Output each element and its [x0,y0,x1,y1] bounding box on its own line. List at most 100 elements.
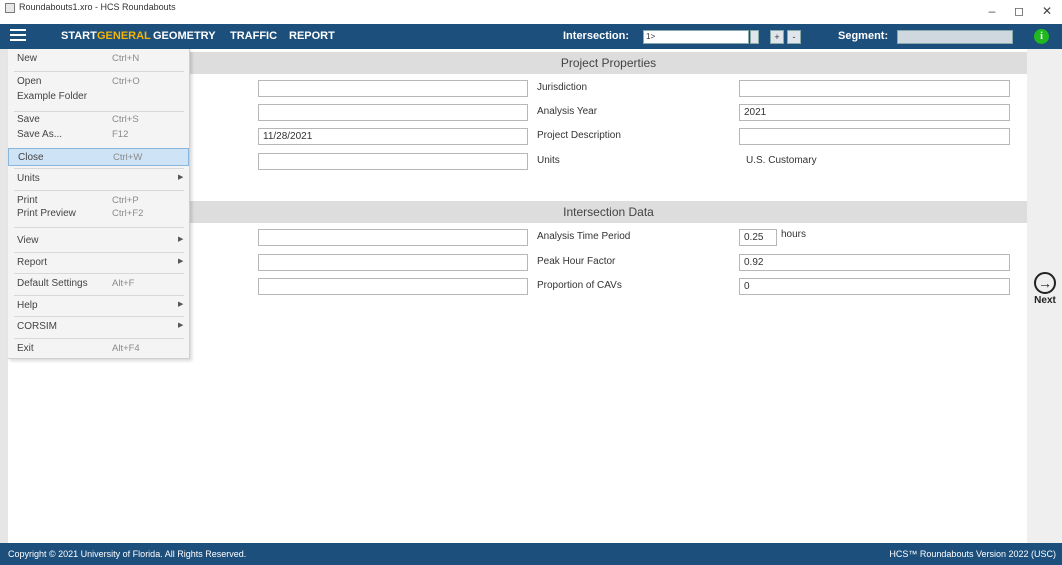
submenu-arrow-icon: ▶ [178,174,184,181]
close-window-button[interactable]: ✕ [1033,2,1061,20]
menu-item-view[interactable]: View ▶ [8,232,189,250]
arrow-right-icon: → [1034,272,1056,294]
intersection-field-2[interactable] [258,254,528,271]
menu-separator [14,273,184,274]
units-value: U.S. Customary [746,155,817,166]
menu-item-report[interactable]: Report ▶ [8,254,189,272]
jurisdiction-label: Jurisdiction [537,82,588,93]
menu-separator [14,168,184,169]
add-intersection-button[interactable]: + [770,30,784,44]
submenu-arrow-icon: ▶ [178,236,184,243]
analysis-date-field[interactable]: 11/28/2021 [258,128,528,145]
menu-item-shortcut: Ctrl+F2 [112,208,144,219]
project-field-2[interactable] [258,104,528,121]
menu-item-help[interactable]: Help ▶ [8,297,189,315]
menu-item-corsim[interactable]: CORSIM ▶ [8,318,189,336]
submenu-arrow-icon: ▶ [178,258,184,265]
project-properties-header: Project Properties [190,52,1027,74]
menu-item-shortcut: Ctrl+S [112,114,139,125]
menu-item-label: Open [17,76,42,87]
copyright-text: Copyright © 2021 University of Florida. … [8,549,247,559]
tab-report[interactable]: REPORT [289,30,335,42]
menu-separator [14,227,184,228]
menu-item-default-settings[interactable]: Default Settings Alt+F [8,275,189,293]
menu-item-label: Close [18,152,44,163]
menu-item-label: View [17,235,39,246]
menu-item-shortcut: Alt+F4 [112,343,140,354]
peak-hour-factor-label: Peak Hour Factor [537,256,616,267]
menu-item-units[interactable]: Units ▶ [8,170,189,188]
project-field-4[interactable] [258,153,528,170]
menu-item-save-as[interactable]: Save As... F12 [8,126,189,144]
tab-general[interactable]: GENERAL [97,30,151,42]
main-nav-bar: START GENERAL GEOMETRY TRAFFIC REPORT In… [0,24,1062,49]
menu-item-label: Default Settings [17,278,88,289]
status-footer: Copyright © 2021 University of Florida. … [0,543,1062,565]
file-menu: New Ctrl+N Open Ctrl+O Example Folder Sa… [8,49,190,359]
menu-item-label: Report [17,257,48,268]
menu-item-label: New [17,53,38,64]
menu-item-label: Help [17,300,38,311]
menu-separator [14,316,184,317]
menu-item-label: Example Folder [17,91,88,102]
menu-item-shortcut: Ctrl+N [112,53,140,64]
project-field-1[interactable] [258,80,528,97]
submenu-arrow-icon: ▶ [178,322,184,329]
version-text: HCS™ Roundabouts Version 2022 (USC) [889,549,1056,559]
analysis-year-label: Analysis Year [537,106,598,117]
minimize-button[interactable]: – [978,2,1006,20]
app-icon [5,3,15,13]
hours-unit-label: hours [781,229,807,240]
tab-start[interactable]: START [61,30,97,42]
info-icon[interactable]: i [1034,29,1049,44]
menu-item-new[interactable]: New Ctrl+N [8,50,189,68]
menu-separator [14,252,184,253]
proportion-cavs-label: Proportion of CAVs [537,280,622,291]
menu-item-example-folder[interactable]: Example Folder [8,88,189,106]
peak-hour-factor-field[interactable]: 0.92 [739,254,1010,271]
intersection-data-header: Intersection Data [190,201,1027,223]
intersection-field-1[interactable] [258,229,528,246]
menu-item-label: Print Preview [17,208,76,219]
analysis-year-field[interactable]: 2021 [739,104,1010,121]
segment-label: Segment: [838,30,889,42]
menu-item-label: Save [17,114,40,125]
remove-intersection-button[interactable]: - [787,30,801,44]
menu-separator [14,71,184,72]
jurisdiction-field[interactable] [739,80,1010,97]
intersection-dropdown-button[interactable] [750,30,759,44]
submenu-arrow-icon: ▶ [178,301,184,308]
tab-traffic[interactable]: TRAFFIC [230,30,277,42]
units-label: Units [537,155,560,166]
project-description-field[interactable] [739,128,1010,145]
analysis-time-period-field[interactable]: 0.25 [739,229,777,246]
restore-button[interactable]: ◻ [1005,2,1033,20]
menu-item-shortcut: Ctrl+O [112,76,140,87]
proportion-cavs-field[interactable]: 0 [739,278,1010,295]
title-bar: Roundabouts1.xro - HCS Roundabouts – ◻ ✕ [0,0,1062,24]
hamburger-menu-icon[interactable] [10,29,26,43]
menu-item-shortcut: Alt+F [112,278,135,289]
menu-item-print-preview[interactable]: Print Preview Ctrl+F2 [8,205,189,223]
window-title: Roundabouts1.xro - HCS Roundabouts [19,2,176,12]
menu-separator [14,190,184,191]
menu-item-shortcut: Ctrl+W [113,152,143,163]
menu-item-label: CORSIM [17,321,57,332]
menu-item-close[interactable]: Close Ctrl+W [8,148,189,166]
menu-separator [14,295,184,296]
menu-item-label: Exit [17,343,34,354]
menu-item-shortcut: F12 [112,129,129,140]
next-label: Next [1034,295,1056,306]
segment-select[interactable] [897,30,1013,44]
menu-item-label: Save As... [17,129,63,140]
menu-item-label: Units [17,173,40,184]
intersection-field-3[interactable] [258,278,528,295]
menu-item-exit[interactable]: Exit Alt+F4 [8,340,189,358]
analysis-time-period-label: Analysis Time Period [537,231,631,242]
intersection-select[interactable]: 1> [643,30,749,44]
left-rail [0,49,8,543]
project-description-label: Project Description [537,130,621,141]
next-button[interactable]: → Next [1029,272,1061,322]
tab-geometry[interactable]: GEOMETRY [153,30,216,42]
intersection-label: Intersection: [563,30,630,42]
